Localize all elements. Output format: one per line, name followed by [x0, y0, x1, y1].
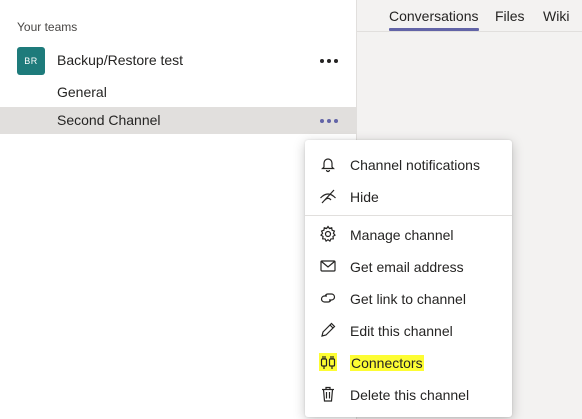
channel-item-second-channel[interactable]: Second Channel [0, 107, 356, 134]
menu-item-label: Channel notifications [350, 157, 480, 173]
menu-item-label: Connectors [350, 355, 424, 371]
tab-conversations[interactable]: Conversations [389, 8, 479, 31]
menu-item-edit-this-channel[interactable]: Edit this channel [305, 314, 512, 346]
menu-item-label: Edit this channel [350, 323, 453, 339]
channel-more-options-icon[interactable] [320, 113, 338, 129]
menu-item-label: Hide [350, 189, 379, 205]
teams-panel: Your teams BR Backup/Restore test Genera… [0, 0, 357, 419]
menu-item-get-link-to-channel[interactable]: Get link to channel [305, 282, 512, 314]
channel-context-menu: Channel notifications Hide Manage channe… [305, 140, 512, 417]
menu-item-label: Get link to channel [350, 291, 466, 307]
your-teams-heading: Your teams [17, 20, 78, 34]
menu-item-label: Get email address [350, 259, 464, 275]
menu-item-hide[interactable]: Hide [305, 180, 512, 212]
gear-icon [319, 225, 337, 243]
connector-icon [319, 353, 337, 371]
team-item[interactable]: BR Backup/Restore test [0, 44, 356, 76]
mail-icon [319, 257, 337, 275]
menu-divider [305, 215, 512, 216]
team-more-options-icon[interactable] [320, 53, 338, 69]
menu-item-manage-channel[interactable]: Manage channel [305, 218, 512, 250]
menu-item-delete-this-channel[interactable]: Delete this channel [305, 378, 512, 410]
tab-files[interactable]: Files [495, 8, 525, 24]
menu-item-label: Manage channel [350, 227, 454, 243]
menu-item-channel-notifications[interactable]: Channel notifications [305, 148, 512, 180]
hide-icon [319, 187, 337, 205]
bell-icon [319, 155, 337, 173]
channel-item-general[interactable]: General [57, 84, 107, 100]
tab-wiki[interactable]: Wiki [543, 8, 569, 24]
team-avatar: BR [17, 47, 45, 75]
menu-item-connectors[interactable]: Connectors [305, 346, 512, 378]
channel-label: Second Channel [57, 112, 161, 128]
menu-item-get-email-address[interactable]: Get email address [305, 250, 512, 282]
menu-item-label: Delete this channel [350, 387, 470, 403]
link-icon [319, 289, 337, 307]
trash-icon [319, 385, 337, 403]
pencil-icon [319, 321, 337, 339]
channel-tab-bar: Conversations Files Wiki [357, 0, 582, 32]
team-name: Backup/Restore test [57, 52, 184, 68]
connectors-highlight: Connectors [350, 355, 424, 371]
